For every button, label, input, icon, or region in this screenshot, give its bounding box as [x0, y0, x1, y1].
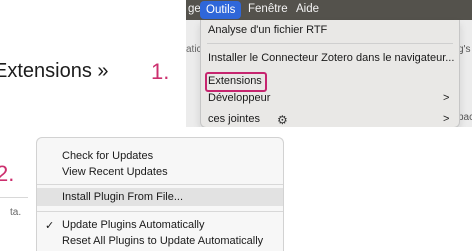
- menu-item-install-connector[interactable]: Installer le Connecteur Zotero dans le n…: [208, 52, 454, 64]
- window-left-edge: atic: [186, 20, 202, 127]
- menubar-item-aide[interactable]: Aide: [296, 3, 319, 15]
- menu-item-developer[interactable]: Développeur: [208, 92, 270, 104]
- step-number-1: 1.: [151, 59, 170, 84]
- instruction-extensions-text: Extensions »: [0, 60, 109, 82]
- menu-separator: [37, 211, 283, 212]
- menu-item-check-updates[interactable]: Check for Updates: [62, 150, 153, 162]
- outils-dropdown-menu: Analyse d'un fichier RTF Installer le Co…: [200, 20, 460, 127]
- menu-item-attachments[interactable]: ces jointes: [208, 113, 260, 125]
- menubar-item-partial[interactable]: ge: [188, 3, 201, 15]
- checkmark-icon: ✓: [45, 220, 55, 232]
- step-number-2: 2.: [0, 161, 15, 186]
- menubar-item-fenetre[interactable]: Fenêtre: [248, 3, 288, 15]
- gear-icon[interactable]: ⚙: [277, 113, 288, 127]
- menu-item-reset-all-plugins[interactable]: Reset All Plugins to Update Automaticall…: [62, 235, 263, 247]
- menu-item-update-automatically[interactable]: Update Plugins Automatically: [62, 219, 204, 231]
- left-divider: [0, 197, 28, 198]
- plugin-settings-menu: Check for Updates View Recent Updates In…: [36, 137, 284, 251]
- menu-item-install-from-file[interactable]: Install Plugin From File...: [62, 191, 183, 203]
- window-right-fragment-2: pac: [458, 112, 472, 123]
- tutorial-screenshot: Extensions » 1. 2. ta. ge Outils Fenêtre…: [0, 0, 472, 251]
- menu-item-view-recent-updates[interactable]: View Recent Updates: [62, 166, 168, 178]
- menu-separator: [207, 43, 453, 44]
- menubar-item-outils[interactable]: Outils: [200, 1, 242, 19]
- menu-item-extensions[interactable]: Extensions: [208, 75, 262, 87]
- menu-item-analyse-rtf[interactable]: Analyse d'un fichier RTF: [208, 24, 327, 36]
- submenu-chevron-icon: >: [443, 113, 450, 125]
- left-text-snippet: ta.: [10, 207, 22, 218]
- submenu-chevron-icon: >: [443, 92, 450, 104]
- mac-menu-screenshot: ge Outils Fenêtre Aide atic g's pac Anal…: [186, 0, 472, 127]
- mac-menubar: ge Outils Fenêtre Aide: [186, 0, 472, 20]
- menu-separator: [37, 184, 283, 185]
